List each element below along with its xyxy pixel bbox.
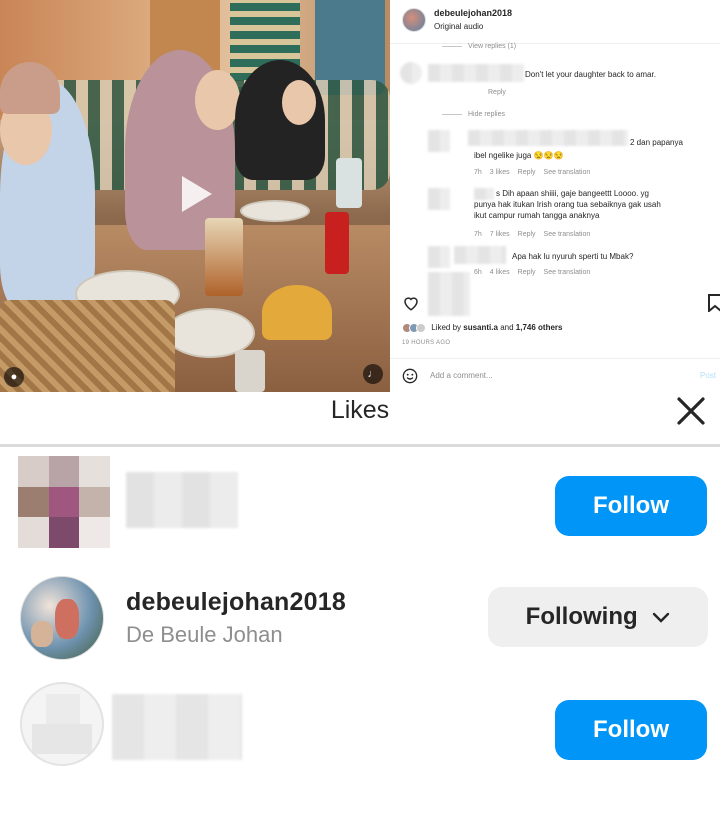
add-comment-bar: Add a comment... Post bbox=[390, 358, 720, 392]
see-translation-link[interactable]: See translation bbox=[544, 169, 591, 176]
avatar[interactable] bbox=[400, 62, 422, 84]
person-face bbox=[195, 70, 240, 130]
heart-icon[interactable] bbox=[402, 294, 420, 312]
person-face bbox=[282, 80, 316, 125]
liked-by-count[interactable]: 1,746 others bbox=[516, 323, 563, 332]
avatar[interactable] bbox=[428, 130, 450, 152]
liked-by-row: Liked by susanti.a and 1,746 others bbox=[402, 323, 562, 333]
comment-meta: 7h 3 likes Reply See translation bbox=[474, 169, 598, 176]
comment-meta: 6h 4 likes Reply See translation bbox=[474, 269, 598, 276]
comment-text: ibel ngelike juga 😒😒😒 bbox=[474, 151, 564, 160]
avatar[interactable] bbox=[402, 8, 426, 32]
soda-can bbox=[325, 212, 349, 274]
avatar[interactable] bbox=[18, 456, 110, 548]
comment-text: Apa hak lu nyuruh sperti tu Mbak? bbox=[512, 252, 634, 261]
avatar[interactable] bbox=[428, 246, 450, 268]
avatar[interactable] bbox=[428, 188, 450, 210]
comment-text: s Dih apaan shiiii, gaje bangeettt Loooo… bbox=[496, 189, 649, 198]
water-glass bbox=[336, 158, 362, 208]
person-hijab bbox=[0, 62, 60, 114]
redacted-text bbox=[468, 130, 628, 146]
full-name: De Beule Johan bbox=[126, 622, 283, 647]
post-time: 19 HOURS AGO bbox=[402, 340, 451, 346]
bookmark-icon[interactable] bbox=[708, 294, 720, 312]
redacted-username bbox=[112, 694, 242, 760]
fries-basket bbox=[262, 285, 332, 340]
plate bbox=[240, 200, 310, 222]
chevron-down-icon bbox=[653, 612, 670, 623]
comment-time: 7h bbox=[474, 169, 482, 176]
redacted-username bbox=[454, 246, 506, 264]
liked-by-user[interactable]: susanti.a bbox=[463, 323, 498, 332]
comment-time: 7h bbox=[474, 231, 482, 238]
user-icon[interactable]: ● bbox=[4, 367, 24, 387]
likes-dialog: Likes Follow debeulejohan2018 De Beule J… bbox=[0, 392, 720, 823]
bread-basket bbox=[0, 300, 175, 392]
following-label: Following bbox=[525, 603, 638, 630]
person-right bbox=[235, 60, 325, 180]
avatar bbox=[416, 323, 426, 333]
liked-by-prefix: Liked by bbox=[431, 323, 462, 333]
comment-time: 6h bbox=[474, 269, 482, 276]
drink-glass bbox=[205, 218, 243, 296]
post-header: debeulejohan2018 Original audio bbox=[390, 0, 720, 44]
redacted-username bbox=[126, 472, 238, 528]
comment-likes[interactable]: 4 likes bbox=[490, 269, 510, 276]
smile-icon[interactable] bbox=[402, 368, 418, 384]
add-comment-input[interactable]: Add a comment... bbox=[430, 371, 493, 380]
comment-text: 2 dan papanya bbox=[630, 138, 683, 147]
avatar[interactable] bbox=[20, 682, 104, 766]
likes-dialog-title: Likes bbox=[330, 396, 390, 424]
redacted-block bbox=[428, 272, 470, 316]
post-username[interactable]: debeulejohan2018 bbox=[434, 8, 512, 18]
mute-icon[interactable]: ♩ bbox=[363, 364, 383, 384]
play-icon[interactable] bbox=[172, 172, 216, 216]
comment-meta: 7h 7 likes Reply See translation bbox=[474, 231, 598, 238]
salt-shaker bbox=[235, 350, 265, 392]
post-audio[interactable]: Original audio bbox=[434, 22, 483, 31]
close-icon[interactable] bbox=[674, 394, 708, 428]
username[interactable]: debeulejohan2018 bbox=[126, 588, 346, 617]
reply-link[interactable]: Reply bbox=[518, 269, 536, 276]
reply-link[interactable]: Reply bbox=[518, 231, 536, 238]
following-button[interactable]: Following bbox=[488, 587, 708, 647]
view-replies-link[interactable]: View replies (1) bbox=[442, 43, 516, 50]
hide-replies-link[interactable]: Hide replies bbox=[442, 111, 505, 118]
see-translation-link[interactable]: See translation bbox=[544, 231, 591, 238]
comment-text: punya hak itukan Irish orang tua sebaikn… bbox=[474, 200, 661, 209]
see-translation-link[interactable]: See translation bbox=[544, 269, 591, 276]
reply-link[interactable]: Reply bbox=[488, 89, 506, 96]
follow-button[interactable]: Follow bbox=[555, 476, 707, 536]
reply-link[interactable]: Reply bbox=[518, 169, 536, 176]
comment-likes[interactable]: 3 likes bbox=[490, 169, 510, 176]
comment-likes[interactable]: 7 likes bbox=[490, 231, 510, 238]
post-comment-button[interactable]: Post bbox=[700, 371, 716, 380]
post-side-panel: debeulejohan2018 Original audio View rep… bbox=[390, 0, 720, 392]
comment-text: Don't let your daughter back to amar. bbox=[525, 70, 656, 79]
redacted-username bbox=[428, 64, 524, 82]
post-video[interactable]: ● ♩ bbox=[0, 0, 390, 392]
post-view: ● ♩ debeulejohan2018 Original audio View… bbox=[0, 0, 720, 392]
redacted-username bbox=[474, 188, 494, 200]
follow-button[interactable]: Follow bbox=[555, 700, 707, 760]
comment-text: ikut campur rumah tangga anaknya bbox=[474, 211, 600, 220]
avatar[interactable] bbox=[20, 576, 104, 660]
divider bbox=[0, 444, 720, 447]
liked-by-and: and bbox=[500, 323, 514, 333]
